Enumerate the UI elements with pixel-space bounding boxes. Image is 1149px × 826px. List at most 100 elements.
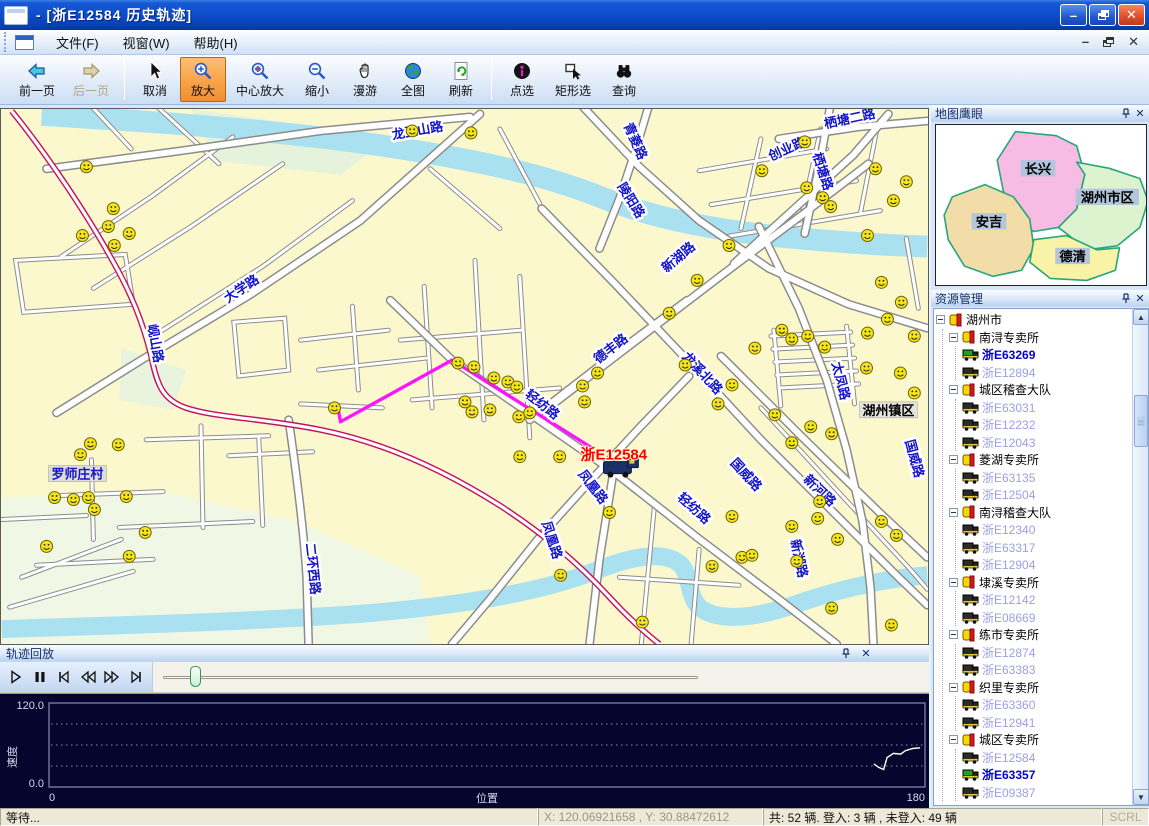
vehicle-smiley-marker[interactable]	[406, 125, 418, 137]
vehicle-smiley-marker[interactable]	[41, 540, 53, 552]
full-map-button[interactable]: 全图	[390, 57, 436, 102]
vehicle-smiley-marker[interactable]	[88, 504, 100, 516]
vehicle-smiley-marker[interactable]	[80, 161, 92, 173]
tree-vehicle-item[interactable]: 浙E12504	[962, 486, 1131, 504]
vehicle-smiley-marker[interactable]	[603, 507, 615, 519]
vehicle-smiley-marker[interactable]	[108, 240, 120, 252]
step-start-button[interactable]	[53, 665, 75, 689]
tree-vehicle-item[interactable]: 浙E63031	[962, 399, 1131, 417]
vehicle-smiley-marker[interactable]	[819, 341, 831, 353]
vehicle-smiley-marker[interactable]	[524, 407, 536, 419]
vehicle-smiley-marker[interactable]	[468, 361, 480, 373]
vehicle-smiley-marker[interactable]	[776, 324, 788, 336]
vehicle-smiley-marker[interactable]	[875, 276, 887, 288]
tree-group-item[interactable]: 埭溪专卖所	[949, 574, 1131, 592]
tree-vehicle-item[interactable]: 浙E12874	[962, 644, 1131, 662]
vehicle-smiley-marker[interactable]	[511, 381, 523, 393]
tree-group-item[interactable]: 城区稽查大队	[949, 381, 1131, 399]
collapse-icon[interactable]	[949, 630, 958, 639]
slider-thumb[interactable]	[190, 666, 201, 687]
vehicle-smiley-marker[interactable]	[67, 494, 79, 506]
vehicle-smiley-marker[interactable]	[123, 228, 135, 240]
vehicle-smiley-marker[interactable]	[554, 451, 566, 463]
vehicle-smiley-marker[interactable]	[826, 428, 838, 440]
zoom-out-button[interactable]: 缩小	[294, 57, 340, 102]
close-icon[interactable]: ✕	[1133, 107, 1147, 120]
tree-vehicle-item[interactable]: 浙E08669	[962, 609, 1131, 627]
tree-vehicle-item[interactable]: 浙E63357	[962, 766, 1131, 784]
point-select-button[interactable]: 点选	[499, 57, 545, 102]
collapse-icon[interactable]	[949, 683, 958, 692]
vehicle-smiley-marker[interactable]	[76, 230, 88, 242]
tree-vehicle-item[interactable]: 浙E12894	[962, 364, 1131, 382]
vehicle-smiley-marker[interactable]	[812, 512, 824, 524]
vehicle-smiley-marker[interactable]	[861, 362, 873, 374]
tree-group-item[interactable]: 南浔稽查大队	[949, 504, 1131, 522]
vehicle-smiley-marker[interactable]	[875, 515, 887, 527]
close-icon[interactable]: ✕	[859, 647, 873, 660]
tree-group-item[interactable]: 南浔专卖所	[949, 329, 1131, 347]
mdi-minimize-button[interactable]: –	[1082, 37, 1089, 47]
step-end-button[interactable]	[125, 665, 147, 689]
collapse-icon[interactable]	[949, 455, 958, 464]
close-button[interactable]: ✕	[1118, 4, 1145, 26]
menu-file[interactable]: 文件(F)	[44, 30, 111, 55]
tree-root-item[interactable]: 湖州市	[936, 311, 1131, 329]
zoom-in-button[interactable]: 放大	[180, 57, 226, 102]
vehicle-smiley-marker[interactable]	[786, 520, 798, 532]
vehicle-smiley-marker[interactable]	[513, 411, 525, 423]
tree-vehicle-item[interactable]: 浙E12941	[962, 714, 1131, 732]
tree-vehicle-item[interactable]: 浙E12584	[962, 749, 1131, 767]
vehicle-smiley-marker[interactable]	[832, 533, 844, 545]
vehicle-smiley-marker[interactable]	[826, 602, 838, 614]
rect-select-button[interactable]: 矩形选	[547, 57, 599, 102]
vehicle-smiley-marker[interactable]	[894, 367, 906, 379]
vehicle-smiley-marker[interactable]	[139, 526, 151, 538]
vehicle-smiley-marker[interactable]	[869, 163, 881, 175]
collapse-icon[interactable]	[949, 735, 958, 744]
vehicle-smiley-marker[interactable]	[712, 398, 724, 410]
tree-group-item[interactable]: 练市专卖所	[949, 626, 1131, 644]
map-svg[interactable]: 罗师庄村湖州镇区龙王山路青菱路栖塘二路栖塘路创业路陵阳路新湖路大学路岘山路德丰路…	[1, 109, 928, 644]
pin-icon[interactable]	[1119, 292, 1133, 305]
vehicle-smiley-marker[interactable]	[465, 127, 477, 139]
fast-forward-button[interactable]	[101, 665, 123, 689]
menu-help[interactable]: 帮助(H)	[182, 30, 250, 55]
vehicle-smiley-marker[interactable]	[49, 492, 61, 504]
vehicle-smiley-marker[interactable]	[786, 333, 798, 345]
vehicle-smiley-marker[interactable]	[577, 380, 589, 392]
vehicle-smiley-marker[interactable]	[663, 307, 675, 319]
vehicle-smiley-marker[interactable]	[84, 438, 96, 450]
vehicle-smiley-marker[interactable]	[102, 221, 114, 233]
vehicle-smiley-marker[interactable]	[726, 379, 738, 391]
tree-vehicle-item[interactable]: 浙E63269	[962, 346, 1131, 364]
vehicle-smiley-marker[interactable]	[769, 409, 781, 421]
vehicle-smiley-marker[interactable]	[786, 437, 798, 449]
vehicle-smiley-marker[interactable]	[723, 240, 735, 252]
tree-vehicle-item[interactable]: 浙E63317	[962, 539, 1131, 557]
vehicle-smiley-marker[interactable]	[746, 549, 758, 561]
collapse-icon[interactable]	[936, 315, 945, 324]
vehicle-smiley-marker[interactable]	[452, 357, 464, 369]
vehicle-smiley-marker[interactable]	[887, 195, 899, 207]
toolbar-grip[interactable]	[4, 32, 9, 51]
tree-vehicle-item[interactable]: 浙E12232	[962, 416, 1131, 434]
vehicle-smiley-marker[interactable]	[801, 182, 813, 194]
vehicle-smiley-marker[interactable]	[900, 176, 912, 188]
tree-vehicle-item[interactable]: 浙E63135	[962, 469, 1131, 487]
vehicle-smiley-marker[interactable]	[802, 330, 814, 342]
restore-button[interactable]	[1089, 4, 1116, 26]
vehicle-smiley-marker[interactable]	[112, 439, 124, 451]
rewind-button[interactable]	[77, 665, 99, 689]
pause-button[interactable]	[29, 665, 51, 689]
vehicle-smiley-marker[interactable]	[329, 402, 341, 414]
tree-group-item[interactable]: 城区专卖所	[949, 731, 1131, 749]
vehicle-smiley-marker[interactable]	[756, 165, 768, 177]
vehicle-smiley-marker[interactable]	[107, 203, 119, 215]
vehicle-smiley-marker[interactable]	[881, 313, 893, 325]
tree-vehicle-item[interactable]: 浙E09387	[962, 784, 1131, 802]
collapse-icon[interactable]	[949, 333, 958, 342]
map-canvas[interactable]: 罗师庄村湖州镇区龙王山路青菱路栖塘二路栖塘路创业路陵阳路新湖路大学路岘山路德丰路…	[0, 108, 929, 645]
vehicle-smiley-marker[interactable]	[484, 404, 496, 416]
minimize-button[interactable]: –	[1060, 4, 1087, 26]
